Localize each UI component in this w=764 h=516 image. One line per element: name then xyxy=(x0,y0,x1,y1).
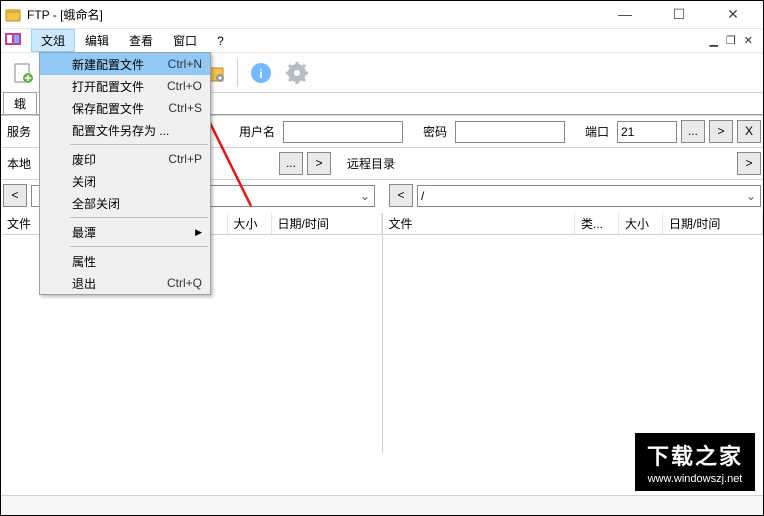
menu-file[interactable]: 文俎 xyxy=(31,29,75,52)
remote-columns: 文件 类... 大小 日期/时间 xyxy=(383,213,764,235)
menu-save-as[interactable]: 配置文件另存为 ... xyxy=(40,119,210,141)
menu-view[interactable]: 查看 xyxy=(119,29,163,52)
window-controls: — ☐ ✕ xyxy=(607,6,759,23)
col-file[interactable]: 文件 xyxy=(383,213,576,234)
mdi-minimize[interactable]: ▁ xyxy=(709,34,717,47)
close-button[interactable]: ✕ xyxy=(715,6,751,23)
mdi-restore[interactable]: ❐ xyxy=(726,34,736,47)
document-tab[interactable]: 蛾 xyxy=(3,92,37,114)
toolbar-new-icon[interactable] xyxy=(7,57,39,89)
file-menu-dropdown: 新建配置文件Ctrl+N 打开配置文件Ctrl+O 保存配置文件Ctrl+S 配… xyxy=(39,52,211,295)
browse-button[interactable]: ... xyxy=(681,120,705,143)
remote-path-combo[interactable]: / xyxy=(417,185,761,207)
remote-label: 远程目录 xyxy=(343,155,399,172)
watermark-url: www.windowszj.net xyxy=(647,473,743,485)
menu-edit[interactable]: 编辑 xyxy=(75,29,119,52)
port-label: 端口 xyxy=(581,123,613,140)
statusbar xyxy=(1,495,763,515)
user-input[interactable] xyxy=(283,121,403,143)
remote-back-button[interactable]: < xyxy=(389,184,413,207)
col-size[interactable]: 大小 xyxy=(619,213,663,234)
user-label: 用户名 xyxy=(235,123,279,140)
remote-pane: 文件 类... 大小 日期/时间 xyxy=(383,213,764,453)
col-datetime[interactable]: 日期/时间 xyxy=(663,213,763,234)
col-size[interactable]: 大小 xyxy=(228,213,272,234)
remote-go-button[interactable]: > xyxy=(737,152,761,175)
menu-window[interactable]: 窗口 xyxy=(163,29,207,52)
pass-input[interactable] xyxy=(455,121,565,143)
menu-properties[interactable]: 属性 xyxy=(40,250,210,272)
col-type[interactable]: 类... xyxy=(575,213,619,234)
menu-close-all[interactable]: 全部关闭 xyxy=(40,192,210,214)
menubar: 文俎 编辑 查看 窗口 ? ▁ ❐ ✕ xyxy=(1,29,763,53)
menu-recent[interactable]: 最潭▶ xyxy=(40,221,210,243)
menu-help[interactable]: ? xyxy=(207,31,234,51)
menu-save-profile[interactable]: 保存配置文件Ctrl+S xyxy=(40,97,210,119)
local-go-button[interactable]: > xyxy=(307,152,331,175)
port-input[interactable] xyxy=(617,121,677,143)
pass-label: 密码 xyxy=(419,123,451,140)
server-label: 服务 xyxy=(3,123,35,140)
col-datetime[interactable]: 日期/时间 xyxy=(272,213,382,234)
local-browse-button[interactable]: ... xyxy=(279,152,303,175)
mdi-icon xyxy=(5,33,21,49)
titlebar: FTP - [蛾命名] — ☐ ✕ xyxy=(1,1,763,29)
disconnect-button[interactable]: X xyxy=(737,120,761,143)
local-back-button[interactable]: < xyxy=(3,184,27,207)
minimize-button[interactable]: — xyxy=(607,6,643,23)
watermark-title: 下载之家 xyxy=(647,439,743,471)
menu-exit[interactable]: 退出Ctrl+Q xyxy=(40,272,210,294)
menu-new-profile[interactable]: 新建配置文件Ctrl+N xyxy=(40,53,210,75)
menu-open-profile[interactable]: 打开配置文件Ctrl+O xyxy=(40,75,210,97)
app-icon xyxy=(5,7,21,23)
toolbar-info-icon[interactable]: i xyxy=(245,57,277,89)
watermark: 下载之家 www.windowszj.net xyxy=(635,433,755,491)
menu-close[interactable]: 关闭 xyxy=(40,170,210,192)
mdi-close[interactable]: ✕ xyxy=(744,34,753,47)
maximize-button[interactable]: ☐ xyxy=(661,6,697,23)
toolbar-settings-icon[interactable] xyxy=(281,57,313,89)
window-title: FTP - [蛾命名] xyxy=(27,6,607,23)
menu-abort[interactable]: 废印Ctrl+P xyxy=(40,148,210,170)
svg-text:i: i xyxy=(259,67,262,81)
local-label: 本地 xyxy=(3,155,35,172)
connect-button[interactable]: > xyxy=(709,120,733,143)
